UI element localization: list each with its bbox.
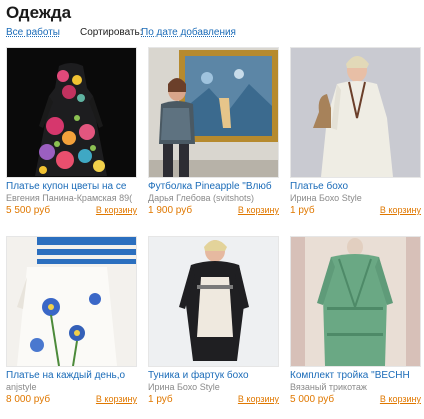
product-card: Платье на каждый день,о anjstyle 8 000 р… bbox=[6, 236, 137, 406]
product-card: Платье купон цветы на се Евгения Панина-… bbox=[6, 47, 137, 217]
product-price: 8 000 руб bbox=[6, 394, 51, 405]
product-name[interactable]: Комплект тройка "ВЕСНН bbox=[290, 370, 420, 381]
product-author[interactable]: Вязаный трикотаж bbox=[290, 382, 418, 392]
product-author[interactable]: Ирина Бохо Style bbox=[290, 193, 418, 203]
product-image[interactable] bbox=[6, 236, 137, 367]
product-card: Футболка Pineapple "Влюб Дарья Глебова (… bbox=[148, 47, 279, 217]
product-name[interactable]: Платье бохо bbox=[290, 181, 420, 192]
add-to-cart-link[interactable]: В корзину bbox=[96, 205, 137, 215]
product-image[interactable] bbox=[6, 47, 137, 178]
all-works-link[interactable]: Все работы bbox=[6, 27, 60, 38]
product-image[interactable] bbox=[290, 47, 421, 178]
add-to-cart-link[interactable]: В корзину bbox=[96, 394, 137, 404]
product-card: Платье бохо Ирина Бохо Style 1 руб В кор… bbox=[290, 47, 421, 217]
product-author[interactable]: Ирина Бохо Style bbox=[148, 382, 276, 392]
add-to-cart-link[interactable]: В корзину bbox=[380, 205, 421, 215]
product-author[interactable]: Дарья Глебова (svitshots) bbox=[148, 193, 276, 203]
add-to-cart-link[interactable]: В корзину bbox=[380, 394, 421, 404]
filter-bar: Все работы Сортировать: По дате добавлен… bbox=[6, 27, 424, 41]
product-price: 1 руб bbox=[148, 394, 173, 405]
product-image[interactable] bbox=[148, 236, 279, 367]
add-to-cart-link[interactable]: В корзину bbox=[238, 394, 279, 404]
product-image[interactable] bbox=[290, 236, 421, 367]
product-name[interactable]: Платье купон цветы на се bbox=[6, 181, 136, 192]
product-price: 1 руб bbox=[290, 205, 315, 216]
sort-dropdown[interactable]: По дате добавления bbox=[141, 27, 236, 38]
product-card: Туника и фартук бохо Ирина Бохо Style 1 … bbox=[148, 236, 279, 406]
add-to-cart-link[interactable]: В корзину bbox=[238, 205, 279, 215]
product-image[interactable] bbox=[148, 47, 279, 178]
product-price: 5 500 руб bbox=[6, 205, 51, 216]
product-name[interactable]: Футболка Pineapple "Влюб bbox=[148, 181, 278, 192]
product-card: Комплект тройка "ВЕСНН Вязаный трикотаж … bbox=[290, 236, 421, 406]
page-title: Одежда bbox=[6, 3, 72, 22]
product-price: 5 000 руб bbox=[290, 394, 335, 405]
product-price: 1 900 руб bbox=[148, 205, 193, 216]
product-name[interactable]: Туника и фартук бохо bbox=[148, 370, 278, 381]
product-author[interactable]: Евгения Панина-Крамская 89( bbox=[6, 193, 134, 203]
sort-label: Сортировать: bbox=[80, 27, 143, 38]
product-name[interactable]: Платье на каждый день,о bbox=[6, 370, 136, 381]
product-author[interactable]: anjstyle bbox=[6, 382, 134, 392]
